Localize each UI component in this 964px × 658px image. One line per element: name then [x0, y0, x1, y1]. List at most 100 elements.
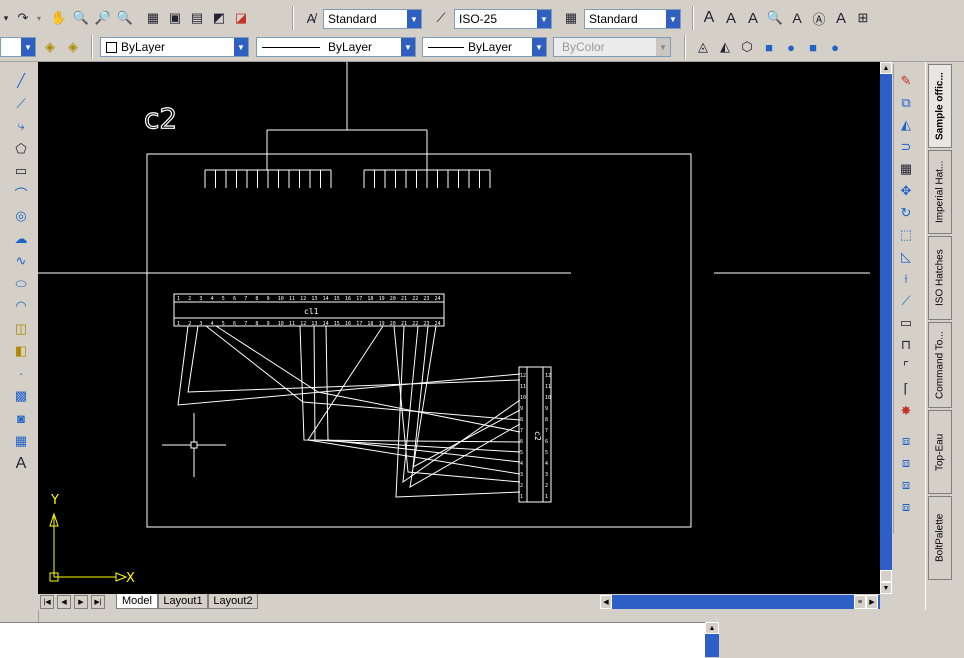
- offset-icon[interactable]: ⊃: [895, 136, 917, 158]
- tab-model[interactable]: Model: [116, 594, 158, 609]
- revision-cloud-icon[interactable]: ☁: [10, 228, 32, 250]
- shaded-cube-icon[interactable]: ■: [802, 36, 824, 58]
- construction-line-icon[interactable]: ⟋: [10, 93, 32, 115]
- scroll-thumb-horizontal[interactable]: ≡: [854, 595, 866, 609]
- move-icon[interactable]: ✥: [895, 180, 917, 202]
- spline-icon[interactable]: ∿: [10, 250, 32, 272]
- scroll-thumb[interactable]: [880, 570, 892, 582]
- tab-layout2[interactable]: Layout2: [208, 594, 258, 609]
- break-icon[interactable]: ▭: [895, 312, 917, 334]
- dim-style-select[interactable]: ISO-25 ▼: [454, 9, 552, 29]
- trim-icon[interactable]: ⟊: [895, 268, 917, 290]
- command-line-window[interactable]: [0, 622, 705, 658]
- redo-dropdown-icon[interactable]: ▾: [34, 7, 44, 29]
- table-style-icon[interactable]: ▦: [560, 7, 582, 29]
- tab-layout1[interactable]: Layout1: [158, 594, 208, 609]
- make-block-icon[interactable]: ◧: [10, 340, 32, 362]
- text-style-select[interactable]: Standard ▼: [323, 9, 422, 29]
- canvas-horizontal-scrollbar[interactable]: ◀ ≡ ▶: [600, 595, 880, 609]
- ellipse-arc-icon[interactable]: ◠: [10, 295, 32, 317]
- redo-icon[interactable]: ↷: [12, 7, 34, 29]
- find-text-icon[interactable]: 🔍: [764, 7, 786, 29]
- mirror-icon[interactable]: ◭: [895, 114, 917, 136]
- next-tab-icon[interactable]: ▶: [74, 595, 88, 609]
- scroll-left-icon[interactable]: ◀: [600, 595, 612, 609]
- table-icon[interactable]: ▦: [10, 430, 32, 452]
- canvas-vertical-scrollbar[interactable]: ▲ ▼: [880, 62, 892, 594]
- justify-text-icon[interactable]: ⊞: [852, 7, 874, 29]
- text-style-dialog-icon[interactable]: Ⓐ: [808, 7, 830, 29]
- wireframe-box-icon[interactable]: ⬡: [736, 36, 758, 58]
- stretch-icon[interactable]: ◺: [895, 246, 917, 268]
- drawing-canvas[interactable]: 1 1 2 2 3 3 4 4 5 5 6 6 7 7 8 8 9 9 10 10 11 11 12 12 13 13 14 14 15…: [38, 62, 880, 594]
- draw-order-front-icon[interactable]: ⧈: [895, 430, 917, 452]
- arc-icon[interactable]: ⌒: [10, 183, 32, 205]
- scale-icon[interactable]: ⬚: [895, 224, 917, 246]
- linetype-control-select[interactable]: ByLayer ▼: [256, 37, 416, 57]
- palette-tab-sample-office[interactable]: Sample offic...: [928, 64, 952, 148]
- text-style-icon[interactable]: A̸: [300, 7, 322, 29]
- chamfer-icon[interactable]: ⌜: [895, 356, 917, 378]
- palette-tab-imperial-hatches[interactable]: Imperial Hat...: [928, 150, 952, 234]
- circle-icon[interactable]: ◎: [10, 205, 32, 227]
- dim-style-icon[interactable]: ⟋: [430, 7, 452, 29]
- table-style-select[interactable]: Standard ▼: [584, 9, 681, 29]
- line-icon[interactable]: ╱: [10, 70, 32, 92]
- multiline-text-icon[interactable]: A: [698, 7, 720, 29]
- hide-icon[interactable]: ◬: [692, 36, 714, 58]
- ellipse-icon[interactable]: ⬭: [10, 273, 32, 295]
- polygon-icon[interactable]: ⬠: [10, 138, 32, 160]
- join-icon[interactable]: ⊓: [895, 334, 917, 356]
- lineweight-control-select[interactable]: ByLayer ▼: [422, 37, 547, 57]
- point-icon[interactable]: ·: [10, 363, 32, 385]
- pan-realtime-icon[interactable]: ✋: [48, 7, 70, 29]
- zoom-window-icon[interactable]: 🔎: [92, 7, 114, 29]
- palette-tab-iso-hatches[interactable]: ISO Hatches: [928, 236, 952, 320]
- render-icon[interactable]: ◭: [714, 36, 736, 58]
- zoom-previous-icon[interactable]: 🔍: [114, 7, 136, 29]
- color-control-select[interactable]: ByLayer ▼: [100, 37, 249, 57]
- polyline-icon[interactable]: ⤷: [10, 115, 32, 137]
- erase-icon[interactable]: ✎: [895, 70, 917, 92]
- region-icon[interactable]: ◙: [10, 408, 32, 430]
- copy-icon[interactable]: ⧉: [895, 92, 917, 114]
- zoom-realtime-icon[interactable]: 🔍: [70, 7, 92, 29]
- scale-text-icon[interactable]: A: [830, 7, 852, 29]
- edit-text-icon[interactable]: A: [742, 7, 764, 29]
- properties-icon[interactable]: ▦: [142, 7, 164, 29]
- multiline-text-icon[interactable]: A: [10, 453, 32, 475]
- markup-set-icon[interactable]: ◪: [230, 7, 252, 29]
- hatch-icon[interactable]: ▩: [10, 385, 32, 407]
- explode-icon[interactable]: ✸: [895, 400, 917, 422]
- scroll-right-icon[interactable]: ▶: [866, 595, 878, 609]
- layer-previous-icon[interactable]: ◈: [39, 36, 61, 58]
- design-center-icon[interactable]: ▣: [164, 7, 186, 29]
- undo-dropdown-icon[interactable]: ▾: [0, 7, 12, 29]
- spelling-icon[interactable]: A: [786, 7, 808, 29]
- shaded-sphere-icon[interactable]: ●: [780, 36, 802, 58]
- scroll-down-icon[interactable]: ▼: [880, 582, 892, 594]
- palette-tab-command-tools[interactable]: Command To...: [928, 322, 952, 408]
- scroll-up-icon[interactable]: ▲: [880, 62, 892, 74]
- rotate-icon[interactable]: ↻: [895, 202, 917, 224]
- gouraud-sphere-icon[interactable]: ●: [824, 36, 846, 58]
- last-tab-icon[interactable]: ▶|: [91, 595, 105, 609]
- bring-above-icon[interactable]: ⧈: [895, 474, 917, 496]
- prev-tab-icon[interactable]: ◀: [57, 595, 71, 609]
- palette-tab-top-eau[interactable]: Top-Eau: [928, 410, 952, 494]
- fillet-icon[interactable]: ⌈: [895, 378, 917, 400]
- array-icon[interactable]: ▦: [895, 158, 917, 180]
- palette-tab-boltpalette[interactable]: BoltPalette: [928, 496, 952, 580]
- extend-icon[interactable]: ⟋: [895, 290, 917, 312]
- first-tab-icon[interactable]: |◀: [40, 595, 54, 609]
- insert-block-icon[interactable]: ◫: [10, 318, 32, 340]
- single-line-text-icon[interactable]: A: [720, 7, 742, 29]
- send-under-icon[interactable]: ⧈: [895, 496, 917, 518]
- tool-palettes-icon[interactable]: ▤: [186, 7, 208, 29]
- scroll-up-icon[interactable]: ▲: [705, 622, 719, 634]
- shaded-box-icon[interactable]: ■: [758, 36, 780, 58]
- sheet-set-icon[interactable]: ◩: [208, 7, 230, 29]
- draw-order-back-icon[interactable]: ⧈: [895, 452, 917, 474]
- layer-select[interactable]: ▼: [0, 37, 36, 57]
- layer-states-icon[interactable]: ◈: [62, 36, 84, 58]
